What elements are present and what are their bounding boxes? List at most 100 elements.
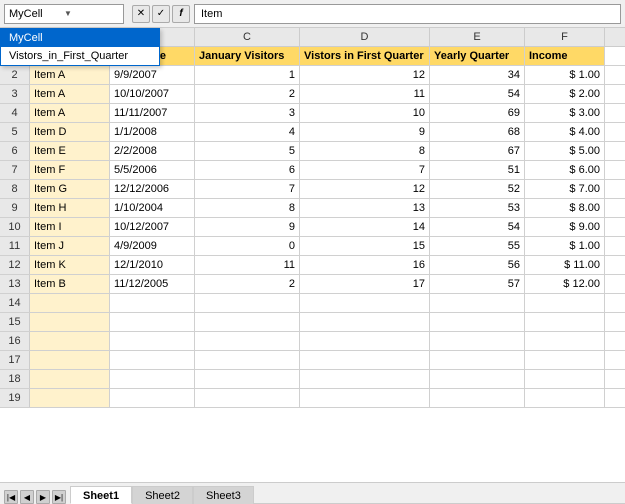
cell-c19[interactable] [195, 389, 300, 407]
cell-f9[interactable]: $ 8.00 [525, 199, 605, 217]
cell-f17[interactable] [525, 351, 605, 369]
formula-input[interactable] [194, 4, 621, 24]
cell-c8[interactable]: 7 [195, 180, 300, 198]
tab-prev-btn[interactable]: ◀ [20, 490, 34, 504]
cell-e12[interactable]: 56 [430, 256, 525, 274]
cell-d19[interactable] [300, 389, 430, 407]
cell-c18[interactable] [195, 370, 300, 388]
dropdown-item-visitors[interactable]: Vistors_in_First_Quarter [1, 47, 159, 65]
cell-f1[interactable]: Income [525, 47, 605, 65]
cell-b7[interactable]: 5/5/2006 [110, 161, 195, 179]
cell-e11[interactable]: 55 [430, 237, 525, 255]
cell-e16[interactable] [430, 332, 525, 350]
cell-c17[interactable] [195, 351, 300, 369]
cell-c14[interactable] [195, 294, 300, 312]
cell-f11[interactable]: $ 1.00 [525, 237, 605, 255]
col-header-d[interactable]: D [300, 28, 430, 46]
cell-c6[interactable]: 5 [195, 142, 300, 160]
cell-d9[interactable]: 13 [300, 199, 430, 217]
confirm-formula-btn[interactable]: ✓ [152, 5, 170, 23]
tab-last-btn[interactable]: ▶| [52, 490, 66, 504]
cell-d13[interactable]: 17 [300, 275, 430, 293]
cell-a16[interactable] [30, 332, 110, 350]
cell-f12[interactable]: $ 11.00 [525, 256, 605, 274]
cell-c16[interactable] [195, 332, 300, 350]
cell-b11[interactable]: 4/9/2009 [110, 237, 195, 255]
cell-b10[interactable]: 10/12/2007 [110, 218, 195, 236]
name-box[interactable]: MyCell ▼ [4, 4, 124, 24]
cell-d10[interactable]: 14 [300, 218, 430, 236]
cell-d12[interactable]: 16 [300, 256, 430, 274]
insert-function-btn[interactable]: f [172, 5, 190, 23]
cell-e19[interactable] [430, 389, 525, 407]
cell-d7[interactable]: 7 [300, 161, 430, 179]
cell-f5[interactable]: $ 4.00 [525, 123, 605, 141]
cell-c4[interactable]: 3 [195, 104, 300, 122]
cell-e2[interactable]: 34 [430, 66, 525, 84]
cell-f10[interactable]: $ 9.00 [525, 218, 605, 236]
cell-a17[interactable] [30, 351, 110, 369]
cell-b18[interactable] [110, 370, 195, 388]
dropdown-item-mycell[interactable]: MyCell [1, 29, 159, 47]
cell-c7[interactable]: 6 [195, 161, 300, 179]
cell-f19[interactable] [525, 389, 605, 407]
cell-b14[interactable] [110, 294, 195, 312]
cell-b9[interactable]: 1/10/2004 [110, 199, 195, 217]
cell-d6[interactable]: 8 [300, 142, 430, 160]
cell-c2[interactable]: 1 [195, 66, 300, 84]
cell-c13[interactable]: 2 [195, 275, 300, 293]
cell-f6[interactable]: $ 5.00 [525, 142, 605, 160]
sheet-tab-2[interactable]: Sheet2 [132, 486, 193, 504]
sheet-tab-1[interactable]: Sheet1 [70, 486, 132, 504]
cell-a15[interactable] [30, 313, 110, 331]
cell-b5[interactable]: 1/1/2008 [110, 123, 195, 141]
cell-d14[interactable] [300, 294, 430, 312]
cell-d5[interactable]: 9 [300, 123, 430, 141]
cell-c5[interactable]: 4 [195, 123, 300, 141]
cell-a14[interactable] [30, 294, 110, 312]
cell-a7[interactable]: Item F [30, 161, 110, 179]
cell-d4[interactable]: 10 [300, 104, 430, 122]
cell-d2[interactable]: 12 [300, 66, 430, 84]
sheet-tab-3[interactable]: Sheet3 [193, 486, 254, 504]
cell-d16[interactable] [300, 332, 430, 350]
cell-a6[interactable]: Item E [30, 142, 110, 160]
cell-e4[interactable]: 69 [430, 104, 525, 122]
name-box-dropdown[interactable]: MyCell Vistors_in_First_Quarter [0, 28, 160, 66]
cell-d3[interactable]: 11 [300, 85, 430, 103]
cell-c15[interactable] [195, 313, 300, 331]
cell-e17[interactable] [430, 351, 525, 369]
cell-a8[interactable]: Item G [30, 180, 110, 198]
cell-b13[interactable]: 11/12/2005 [110, 275, 195, 293]
cell-a12[interactable]: Item K [30, 256, 110, 274]
cell-e10[interactable]: 54 [430, 218, 525, 236]
cell-e15[interactable] [430, 313, 525, 331]
cell-b12[interactable]: 12/1/2010 [110, 256, 195, 274]
cell-a18[interactable] [30, 370, 110, 388]
tab-first-btn[interactable]: |◀ [4, 490, 18, 504]
cell-e1[interactable]: Yearly Quarter [430, 47, 525, 65]
cell-c12[interactable]: 11 [195, 256, 300, 274]
col-header-c[interactable]: C [195, 28, 300, 46]
cancel-formula-btn[interactable]: ✕ [132, 5, 150, 23]
cell-e14[interactable] [430, 294, 525, 312]
cell-e3[interactable]: 54 [430, 85, 525, 103]
cell-f18[interactable] [525, 370, 605, 388]
cell-e9[interactable]: 53 [430, 199, 525, 217]
cell-f15[interactable] [525, 313, 605, 331]
cell-f7[interactable]: $ 6.00 [525, 161, 605, 179]
cell-a11[interactable]: Item J [30, 237, 110, 255]
cell-a5[interactable]: Item D [30, 123, 110, 141]
cell-b8[interactable]: 12/12/2006 [110, 180, 195, 198]
cell-e5[interactable]: 68 [430, 123, 525, 141]
cell-b4[interactable]: 11/11/2007 [110, 104, 195, 122]
cell-f13[interactable]: $ 12.00 [525, 275, 605, 293]
cell-d8[interactable]: 12 [300, 180, 430, 198]
cell-c3[interactable]: 2 [195, 85, 300, 103]
cell-d18[interactable] [300, 370, 430, 388]
cell-a19[interactable] [30, 389, 110, 407]
cell-d11[interactable]: 15 [300, 237, 430, 255]
cell-c10[interactable]: 9 [195, 218, 300, 236]
cell-d1[interactable]: Vistors in First Quarter [300, 47, 430, 65]
cell-d15[interactable] [300, 313, 430, 331]
